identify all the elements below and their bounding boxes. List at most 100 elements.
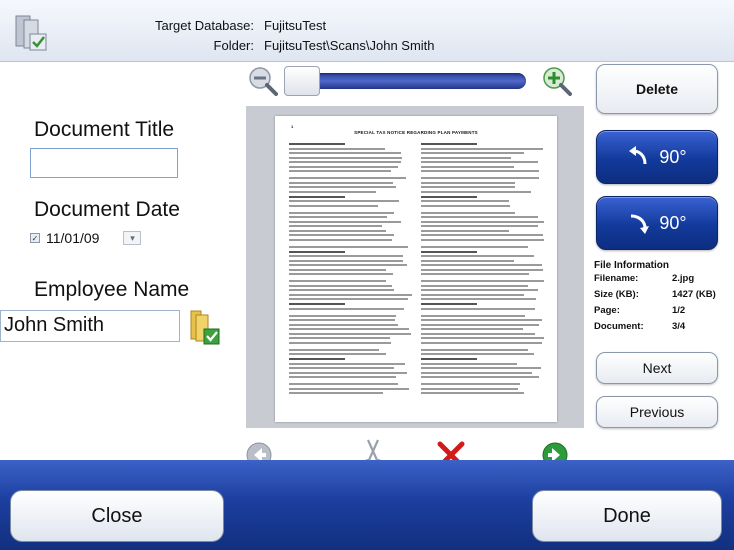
text-line — [289, 341, 391, 344]
folder-value: FujitsuTest\Scans\John Smith — [264, 38, 435, 53]
text-column-right — [421, 140, 545, 410]
zoom-out-icon[interactable] — [248, 66, 278, 96]
text-line — [289, 353, 387, 355]
text-line — [289, 165, 399, 168]
text-line — [289, 273, 393, 275]
filename-value: 2.jpg — [672, 273, 695, 284]
text-line — [289, 177, 407, 179]
document-page-image[interactable]: 1 SPECIAL TAX NOTICE REGARDING PLAN PAYM… — [275, 116, 557, 422]
zoom-in-icon[interactable] — [542, 66, 572, 96]
text-line — [421, 328, 524, 330]
text-line — [289, 383, 399, 385]
header-bar: Target Database: FujitsuTest Folder: Fuj… — [0, 0, 734, 62]
text-line — [289, 204, 378, 207]
document-check-icon — [15, 15, 47, 51]
calendar-dropdown-icon[interactable]: ▾ — [123, 231, 142, 245]
text-line — [421, 225, 538, 227]
text-line — [421, 165, 514, 168]
page-value: 1/2 — [672, 305, 686, 316]
done-button[interactable]: Done — [532, 490, 722, 542]
delete-button[interactable]: Delete — [596, 64, 718, 114]
text-line — [421, 170, 540, 172]
text-line — [421, 190, 531, 193]
text-line — [421, 238, 545, 241]
file-info-row: Page: 1/2 — [594, 305, 724, 321]
file-info-row: Size (KB): 1427 (KB) — [594, 289, 724, 305]
text-line — [289, 387, 409, 390]
text-line — [421, 319, 542, 321]
previous-button[interactable]: Previous — [596, 396, 718, 428]
text-line — [289, 245, 408, 248]
text-line — [289, 376, 396, 378]
text-line — [289, 307, 404, 310]
text-line — [421, 255, 534, 257]
text-line — [421, 264, 543, 266]
text-line — [289, 181, 393, 184]
text-line — [289, 225, 383, 227]
text-line — [289, 358, 345, 360]
text-line — [421, 284, 528, 287]
text-line — [421, 358, 477, 360]
size-value: 1427 (KB) — [672, 289, 716, 300]
zoom-slider-thumb[interactable] — [284, 66, 320, 96]
text-line — [421, 181, 515, 184]
text-line — [421, 250, 477, 253]
zoom-slider-track[interactable] — [286, 73, 526, 89]
file-info-row: Document: 3/4 — [594, 321, 724, 337]
text-line — [421, 204, 510, 207]
text-line — [421, 161, 538, 163]
text-line — [421, 387, 518, 390]
file-info-title: File Information — [594, 260, 669, 271]
page-label: Page: — [594, 305, 620, 316]
text-line — [289, 392, 384, 394]
page-marker: 1 — [291, 124, 294, 129]
text-line — [421, 177, 540, 179]
text-line — [421, 314, 526, 317]
text-line — [289, 211, 394, 214]
text-line — [421, 216, 539, 218]
rotate-left-button[interactable]: 90° — [596, 130, 718, 184]
text-line — [289, 152, 402, 154]
text-line — [289, 147, 386, 150]
text-line — [421, 259, 514, 262]
text-line — [421, 186, 516, 188]
date-enable-checkbox[interactable]: ✓ — [30, 233, 40, 243]
rotate-right-button[interactable]: 90° — [596, 196, 718, 250]
text-line — [421, 337, 544, 339]
employee-name-field[interactable]: John Smith — [0, 310, 180, 342]
text-line — [289, 362, 406, 365]
text-line — [289, 234, 394, 236]
target-database-label: Target Database: — [154, 18, 254, 33]
text-line — [289, 332, 412, 335]
text-line — [421, 245, 528, 248]
text-line — [289, 348, 379, 351]
text-line — [421, 289, 538, 291]
text-line — [289, 280, 386, 282]
document-title-input[interactable] — [30, 148, 178, 178]
file-info-row: Filename: 2.jpg — [594, 273, 724, 289]
text-line — [289, 186, 397, 188]
folder-check-icon[interactable] — [190, 309, 220, 345]
text-line — [421, 211, 515, 214]
text-line — [421, 371, 533, 374]
next-button[interactable]: Next — [596, 352, 718, 384]
text-line — [289, 255, 403, 257]
text-line — [421, 353, 534, 355]
text-line — [421, 293, 525, 296]
text-line — [289, 216, 388, 218]
text-line — [289, 323, 399, 326]
text-line — [289, 190, 377, 193]
text-line — [289, 250, 345, 253]
text-line — [289, 220, 402, 223]
text-line — [289, 268, 387, 271]
text-line — [289, 161, 402, 163]
text-line — [421, 348, 529, 351]
text-line — [421, 362, 517, 365]
document-date-picker[interactable]: ✓ 11/01/09 ▾ — [30, 226, 160, 250]
text-line — [289, 229, 386, 232]
text-line — [289, 259, 403, 262]
text-line — [421, 147, 543, 150]
close-button[interactable]: Close — [10, 490, 224, 542]
text-line — [421, 298, 537, 300]
text-line — [289, 143, 345, 145]
